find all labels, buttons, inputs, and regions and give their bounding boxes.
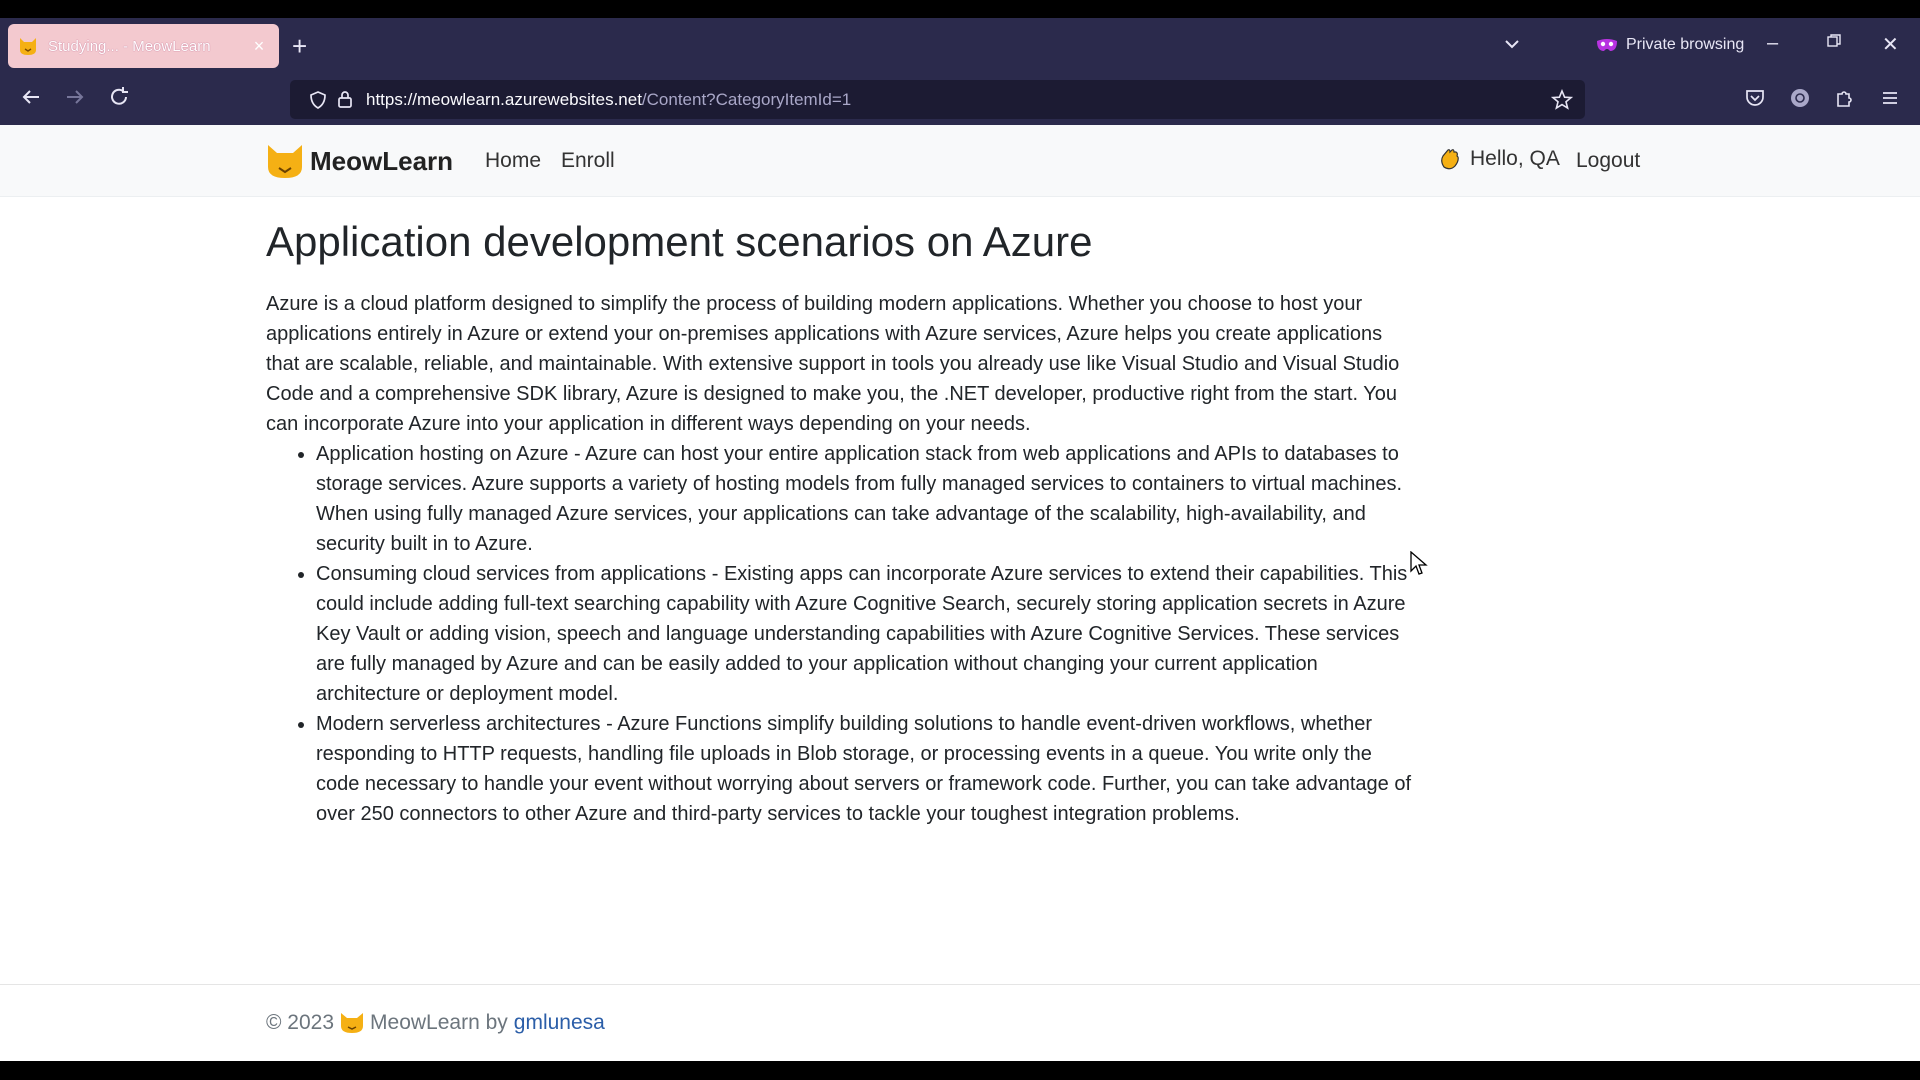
pocket-icon[interactable] — [1744, 87, 1766, 114]
list-item: Modern serverless architectures - Azure … — [316, 709, 1416, 829]
menu-hamburger-icon[interactable] — [1879, 87, 1901, 114]
list-all-tabs-icon[interactable] — [1502, 34, 1522, 59]
scenario-list: Application hosting on Azure - Azure can… — [266, 439, 1416, 829]
user-greeting: Hello, QA — [1438, 147, 1560, 171]
meowlearn-favicon-icon — [20, 38, 36, 55]
close-window-icon[interactable]: ✕ — [1882, 32, 1899, 57]
back-icon[interactable] — [20, 86, 42, 113]
private-browsing-indicator: Private browsing — [1596, 36, 1744, 54]
forward-icon[interactable] — [64, 86, 86, 113]
site-footer: © 2023 MeowLearn by gmlunesa — [0, 984, 1920, 1061]
address-bar[interactable]: https://meowlearn.azurewebsites.net/Cont… — [290, 80, 1585, 119]
bookmark-star-icon[interactable] — [1551, 89, 1573, 111]
meowlearn-logo-icon — [268, 145, 302, 178]
tab-close-icon[interactable]: × — [249, 36, 269, 57]
private-mask-icon — [1597, 39, 1617, 51]
page-title: Application development scenarios on Azu… — [266, 218, 1093, 265]
list-item: Consuming cloud services from applicatio… — [316, 559, 1416, 709]
url-text[interactable]: https://meowlearn.azurewebsites.net/Cont… — [366, 90, 851, 110]
author-link[interactable]: gmlunesa — [514, 1011, 605, 1035]
article-content: Application development scenarios on Azu… — [266, 217, 1416, 829]
extensions-icon[interactable] — [1834, 87, 1856, 114]
copyright-text: © 2023 — [266, 1011, 335, 1034]
intro-paragraph: Azure is a cloud platform designed to si… — [266, 293, 1400, 435]
private-browsing-label: Private browsing — [1626, 36, 1745, 53]
page-viewport: MeowLearn Home Enroll Hello, QA Logout A… — [0, 125, 1920, 1061]
mouse-cursor-icon — [1410, 551, 1428, 575]
new-tab-icon[interactable]: + — [292, 32, 307, 60]
tracking-protection-shield-icon[interactable] — [308, 90, 328, 110]
footer-text: © 2023 MeowLearn by gmlunesa — [266, 1011, 605, 1035]
logout-link[interactable]: Logout — [1576, 149, 1640, 173]
browser-toolbar: https://meowlearn.azurewebsites.net/Cont… — [0, 74, 1920, 125]
lock-icon[interactable] — [336, 89, 354, 109]
list-item: Application hosting on Azure - Azure can… — [316, 439, 1416, 559]
browser-tab-active[interactable]: Studying... - MeowLearn × — [8, 24, 279, 68]
screen-bottom-border — [0, 1061, 1920, 1080]
nav-enroll-link[interactable]: Enroll — [561, 149, 615, 173]
footer-brand-text: MeowLearn by — [370, 1011, 508, 1034]
screen-top-border — [0, 0, 1920, 18]
tab-strip: Studying... - MeowLearn × + Private brow… — [0, 18, 1920, 74]
nav-home-link[interactable]: Home — [485, 149, 541, 173]
restore-icon[interactable] — [1826, 32, 1842, 55]
minimize-icon[interactable]: – — [1767, 32, 1778, 55]
brand-link[interactable]: MeowLearn — [266, 143, 453, 179]
meowlearn-footer-logo-icon — [341, 1013, 364, 1033]
tab-title: Studying... - MeowLearn — [48, 37, 211, 55]
reload-icon[interactable] — [108, 86, 130, 113]
waving-hand-icon — [1441, 149, 1459, 170]
brand-name: MeowLearn — [310, 145, 454, 176]
site-navbar: MeowLearn Home Enroll Hello, QA Logout — [0, 125, 1920, 197]
greeting-text: Hello, QA — [1470, 147, 1560, 170]
account-icon[interactable] — [1789, 87, 1811, 114]
